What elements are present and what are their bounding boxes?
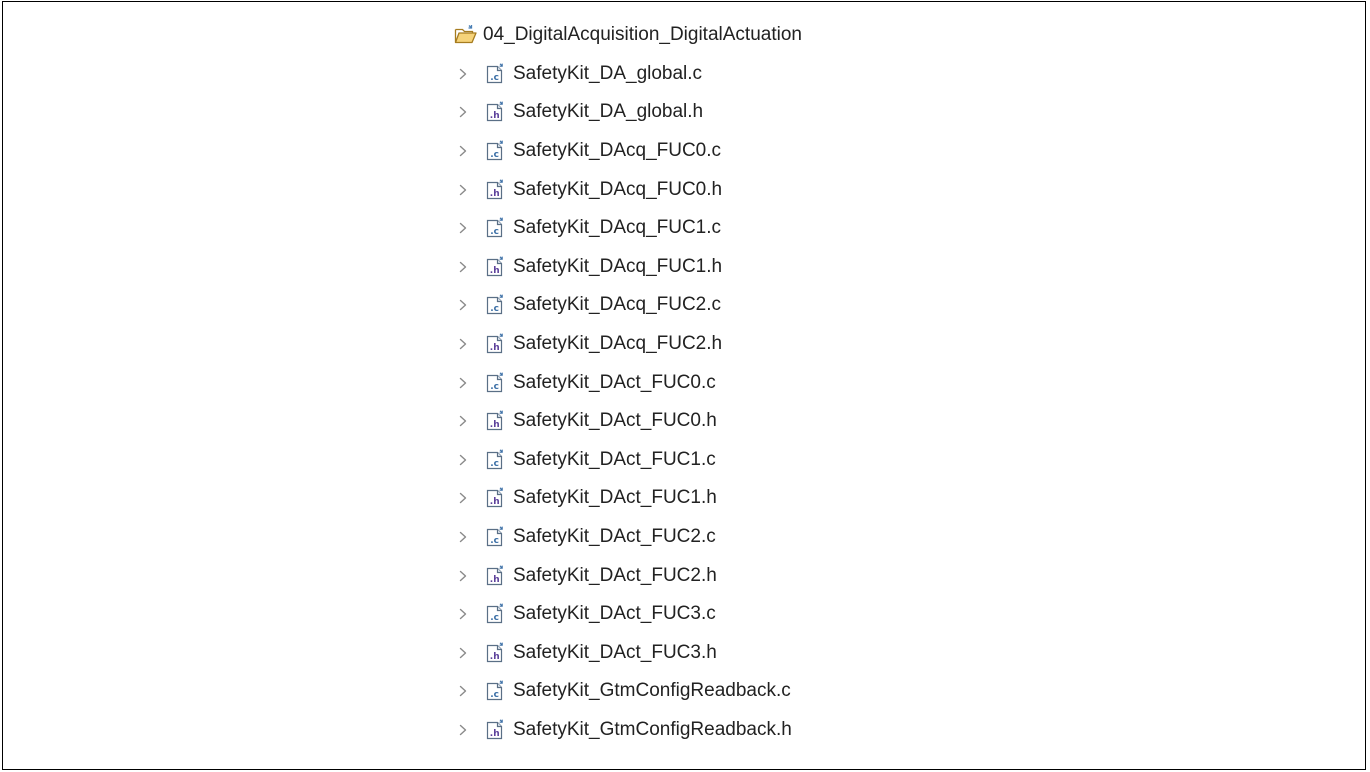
svg-text:.c: .c [490,73,499,83]
h-header-file-icon: .h [484,179,506,201]
file-label[interactable]: SafetyKit_DAcq_FUC1.h [513,256,722,278]
svg-text:.h: .h [490,343,500,353]
c-source-file-icon: .c [484,372,506,394]
chevron-right-icon[interactable] [458,566,484,586]
h-header-file-icon: .h [484,565,506,587]
file-label[interactable]: SafetyKit_DAct_FUC3.h [513,642,717,664]
svg-text:.c: .c [490,536,499,546]
h-header-file-icon: .h [484,487,506,509]
c-source-file-icon: .c [484,140,506,162]
chevron-right-icon[interactable] [458,64,484,84]
c-source-file-icon: .c [484,294,506,316]
file-label[interactable]: SafetyKit_DAct_FUC2.h [513,565,717,587]
svg-text:.h: .h [490,498,500,508]
tree-file-row[interactable]: .c SafetyKit_DA_global.c [448,55,802,94]
file-label[interactable]: SafetyKit_DAct_FUC2.c [513,526,716,548]
file-label[interactable]: SafetyKit_DAct_FUC0.c [513,372,716,394]
svg-text:.c: .c [490,613,499,623]
tree-file-row[interactable]: .c SafetyKit_DAct_FUC3.c [448,595,802,634]
tree-file-row[interactable]: .h SafetyKit_DAct_FUC3.h [448,634,802,673]
h-header-file-icon: .h [484,719,506,741]
tree-file-row[interactable]: .h SafetyKit_DAcq_FUC1.h [448,248,802,287]
h-header-file-icon: .h [484,101,506,123]
tree-file-row[interactable]: .c SafetyKit_DAcq_FUC2.c [448,286,802,325]
chevron-right-icon[interactable] [458,373,484,393]
tree-file-row[interactable]: .h SafetyKit_DAcq_FUC0.h [448,170,802,209]
file-label[interactable]: SafetyKit_GtmConfigReadback.c [513,680,791,702]
tree-file-row[interactable]: .h SafetyKit_DA_global.h [448,93,802,132]
tree-file-row[interactable]: .h SafetyKit_DAcq_FUC2.h [448,325,802,364]
open-folder-icon [454,24,478,46]
tree-file-row[interactable]: .h SafetyKit_DAct_FUC2.h [448,556,802,595]
c-source-file-icon: .c [484,526,506,548]
svg-text:.c: .c [490,150,499,160]
file-label[interactable]: SafetyKit_DAcq_FUC2.h [513,333,722,355]
tree-file-row[interactable]: .h SafetyKit_DAct_FUC1.h [448,479,802,518]
folder-label[interactable]: 04_DigitalAcquisition_DigitalActuation [483,24,802,46]
svg-text:.h: .h [490,420,500,430]
tree-file-row[interactable]: .c SafetyKit_GtmConfigReadback.c [448,672,802,711]
project-explorer-panel: 04_DigitalAcquisition_DigitalActuation .… [2,1,1366,770]
file-label[interactable]: SafetyKit_DA_global.h [513,101,703,123]
file-label[interactable]: SafetyKit_DAcq_FUC1.c [513,217,721,239]
tree-file-row[interactable]: .c SafetyKit_DAcq_FUC1.c [448,209,802,248]
chevron-right-icon[interactable] [458,450,484,470]
chevron-right-icon[interactable] [458,527,484,547]
file-label[interactable]: SafetyKit_DAct_FUC1.h [513,487,717,509]
file-label[interactable]: SafetyKit_DAcq_FUC2.c [513,294,721,316]
svg-text:.h: .h [490,189,500,199]
file-tree: 04_DigitalAcquisition_DigitalActuation .… [448,16,802,749]
svg-text:.c: .c [490,691,499,701]
h-header-file-icon: .h [484,333,506,355]
svg-text:.h: .h [490,112,500,122]
svg-text:.c: .c [490,459,499,469]
svg-text:.h: .h [490,652,500,662]
chevron-right-icon[interactable] [458,180,484,200]
chevron-right-icon[interactable] [458,604,484,624]
chevron-right-icon[interactable] [458,141,484,161]
file-label[interactable]: SafetyKit_GtmConfigReadback.h [513,719,792,741]
svg-text:.c: .c [490,382,499,392]
tree-file-row[interactable]: .c SafetyKit_DAct_FUC1.c [448,441,802,480]
chevron-right-icon[interactable] [458,411,484,431]
c-source-file-icon: .c [484,449,506,471]
chevron-right-icon[interactable] [458,643,484,663]
chevron-right-icon[interactable] [458,681,484,701]
file-label[interactable]: SafetyKit_DAct_FUC1.c [513,449,716,471]
c-source-file-icon: .c [484,680,506,702]
chevron-right-icon[interactable] [458,334,484,354]
tree-file-row[interactable]: .c SafetyKit_DAct_FUC0.c [448,363,802,402]
file-label[interactable]: SafetyKit_DAct_FUC3.c [513,603,716,625]
svg-text:.h: .h [490,266,500,276]
file-label[interactable]: SafetyKit_DA_global.c [513,63,702,85]
file-label[interactable]: SafetyKit_DAcq_FUC0.c [513,140,721,162]
h-header-file-icon: .h [484,410,506,432]
tree-file-row[interactable]: .h SafetyKit_DAct_FUC0.h [448,402,802,441]
h-header-file-icon: .h [484,642,506,664]
file-label[interactable]: SafetyKit_DAct_FUC0.h [513,410,717,432]
chevron-right-icon[interactable] [458,720,484,740]
c-source-file-icon: .c [484,603,506,625]
c-source-file-icon: .c [484,63,506,85]
h-header-file-icon: .h [484,256,506,278]
chevron-right-icon[interactable] [458,295,484,315]
chevron-right-icon[interactable] [458,257,484,277]
svg-text:.h: .h [490,575,500,585]
file-label[interactable]: SafetyKit_DAcq_FUC0.h [513,179,722,201]
tree-file-row[interactable]: .c SafetyKit_DAcq_FUC0.c [448,132,802,171]
tree-folder-row[interactable]: 04_DigitalAcquisition_DigitalActuation [448,16,802,55]
svg-text:.c: .c [490,305,499,315]
c-source-file-icon: .c [484,217,506,239]
chevron-right-icon[interactable] [458,488,484,508]
tree-file-row[interactable]: .c SafetyKit_DAct_FUC2.c [448,518,802,557]
chevron-right-icon[interactable] [458,102,484,122]
chevron-right-icon[interactable] [458,218,484,238]
svg-text:.c: .c [490,227,499,237]
svg-text:.h: .h [490,729,500,739]
file-list: .c SafetyKit_DA_global.c .h SafetyKit_DA_gl… [448,55,802,750]
tree-file-row[interactable]: .h SafetyKit_GtmConfigReadback.h [448,711,802,750]
